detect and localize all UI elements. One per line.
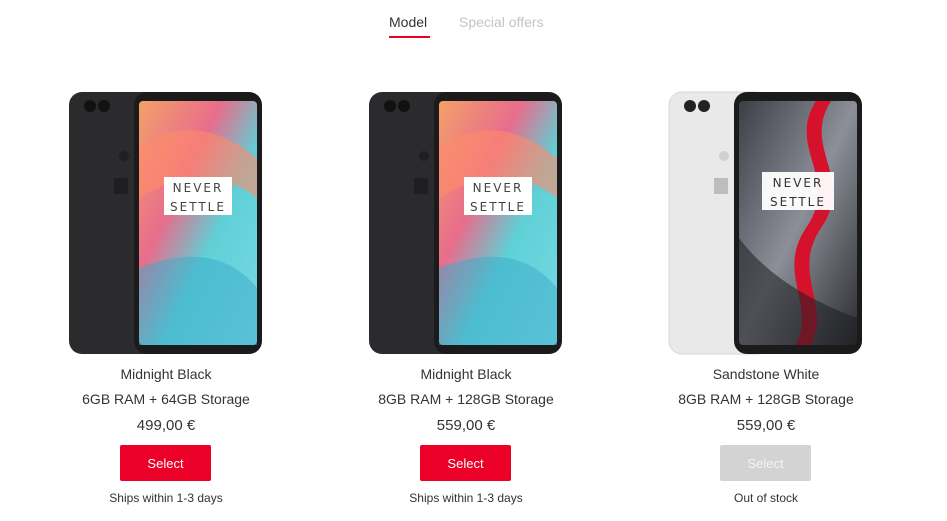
screen-text-1: NEVER bbox=[173, 181, 224, 195]
product-card: NEVER SETTLE Midnight Black 6GB RAM + 64… bbox=[16, 88, 316, 518]
phone-image: NEVER SETTLE bbox=[69, 92, 262, 354]
product-spec: 8GB RAM + 128GB Storage bbox=[678, 391, 854, 407]
tab-model[interactable]: Model bbox=[389, 14, 427, 30]
shipping-status: Ships within 1-3 days bbox=[409, 491, 523, 505]
select-button[interactable]: Select bbox=[420, 445, 511, 481]
product-color-name: Midnight Black bbox=[120, 366, 212, 382]
product-card: NEVER SETTLE Midnight Black 8GB RAM + 12… bbox=[316, 88, 616, 518]
product-price: 559,00 € bbox=[436, 417, 496, 434]
model-tabs: Model Special offers bbox=[0, 14, 947, 40]
tab-special-offers[interactable]: Special offers bbox=[459, 14, 544, 30]
stock-status: Out of stock bbox=[733, 491, 799, 505]
product-spec: 8GB RAM + 128GB Storage bbox=[378, 391, 554, 407]
product-color-name: Midnight Black bbox=[420, 366, 512, 382]
screen-text-2: SETTLE bbox=[770, 195, 826, 209]
active-tab-indicator bbox=[389, 36, 430, 38]
screen-text-1: NEVER bbox=[473, 181, 524, 195]
product-card: NEVER SETTLE Sandstone White 8GB RAM + 1… bbox=[616, 88, 916, 518]
select-button[interactable]: Select bbox=[120, 445, 211, 481]
product-price: 499,00 € bbox=[136, 417, 196, 434]
product-color-name: Sandstone White bbox=[712, 366, 820, 382]
phone-image: NEVER SETTLE bbox=[369, 92, 562, 354]
select-button-disabled: Select bbox=[720, 445, 811, 481]
shipping-status: Ships within 1-3 days bbox=[109, 491, 223, 505]
screen-text-2: SETTLE bbox=[470, 200, 526, 214]
product-price: 559,00 € bbox=[736, 417, 796, 434]
phone-image: NEVER SETTLE bbox=[668, 91, 862, 355]
screen-text-1: NEVER bbox=[773, 176, 824, 190]
screen-text-2: SETTLE bbox=[170, 200, 226, 214]
product-spec: 6GB RAM + 64GB Storage bbox=[82, 391, 250, 407]
